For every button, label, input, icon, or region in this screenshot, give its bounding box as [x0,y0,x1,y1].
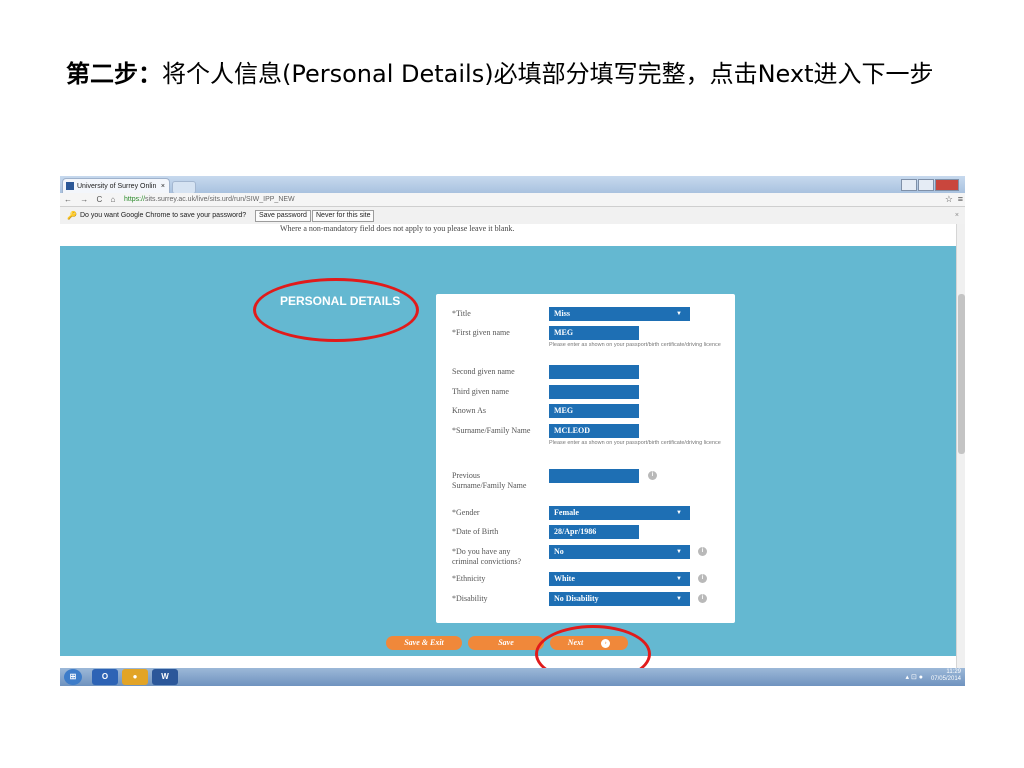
chevron-down-icon: ▼ [676,311,682,317]
first-name-input[interactable]: MEG [549,326,639,340]
ethnicity-label: *Ethnicity [452,574,486,583]
dob-input[interactable]: 28/Apr/1986 [549,525,639,539]
third-name-input[interactable] [549,385,639,399]
chrome-taskbar-icon[interactable]: ● [122,669,148,685]
never-for-this-site-button[interactable]: Never for this site [312,210,375,222]
tab-bar: University of Surrey Onlin × [60,176,965,194]
info-icon[interactable]: i [648,471,657,480]
browser-screenshot: University of Surrey Onlin × ← → C ⌂ htt… [60,176,965,686]
first-name-label: *First given name [452,328,510,337]
save-exit-button[interactable]: Save & Exit [386,636,462,650]
close-window-button[interactable] [935,179,959,191]
gender-select[interactable]: Female ▼ [549,506,690,520]
disability-select[interactable]: No Disability ▼ [549,592,690,606]
personal-details-section: PERSONAL DETAILS *Title Miss ▼ *First giv… [60,246,956,656]
key-icon: 🔑 [67,211,77,220]
personal-details-form: *Title Miss ▼ *First given name MEG Pleas… [436,294,735,623]
known-as-input[interactable]: MEG [549,404,639,418]
disability-label: *Disability [452,594,488,603]
vertical-scrollbar[interactable] [956,224,965,668]
form-actions: Save & Exit Save Next › [60,625,956,668]
previous-surname-input[interactable] [549,469,639,483]
maximize-button[interactable] [918,179,934,191]
chevron-down-icon: ▼ [676,596,682,602]
outlook-taskbar-icon[interactable]: O [92,669,118,685]
start-button[interactable]: ⊞ [64,669,82,685]
title-select[interactable]: Miss ▼ [549,307,690,321]
highlight-ring-heading [253,278,419,342]
surname-input[interactable]: MCLEOD [549,424,639,438]
gender-label: *Gender [452,508,480,517]
known-as-label: Known As [452,406,487,415]
info-icon[interactable]: i [698,547,707,556]
second-name-input[interactable] [549,365,639,379]
url-path: sits.surrey.ac.uk/live/sits.urd/run/SIW_… [145,196,295,203]
chevron-down-icon: ▼ [676,549,682,555]
chrome-menu-icon[interactable]: ≡ [958,193,963,206]
favicon-icon [66,182,74,190]
url-scheme: https:// [124,196,146,203]
chevron-down-icon: ▼ [676,576,682,582]
close-bar-icon[interactable]: × [955,207,959,224]
clock[interactable]: 11:29 07/05/2014 [931,669,961,683]
save-password-message: Do you want Google Chrome to save your p… [80,212,247,219]
system-tray-icons[interactable]: ▴ ⊡ ● [906,673,924,681]
scrollbar-thumb[interactable] [958,294,965,454]
blank-field-note: Where a non-mandatory field does not app… [280,224,515,233]
title-label: *Title [452,309,471,318]
convictions-select[interactable]: No ▼ [549,545,690,559]
chevron-down-icon: ▼ [676,510,682,516]
surname-label: *Surname/Family Name [452,426,531,435]
ethnicity-select[interactable]: White ▼ [549,572,690,586]
bookmark-star-icon[interactable]: ☆ [945,193,953,206]
surname-hint: Please enter as shown on your passport/b… [549,440,721,446]
url-field[interactable]: https://sits.surrey.ac.uk/live/sits.urd/… [124,193,295,206]
minimize-button[interactable] [901,179,917,191]
slide-instruction: 第二步：将个人信息(Personal Details)必填部分填写完整，点击Ne… [66,58,966,91]
save-password-bar: 🔑 Do you want Google Chrome to save your… [60,207,965,225]
clock-date: 07/05/2014 [930,676,961,682]
second-name-label: Second given name [452,367,515,376]
save-button[interactable]: Save [468,636,544,650]
step-label: 第二步： [66,60,162,88]
clock-time: 11:29 [946,669,961,675]
third-name-label: Third given name [452,387,509,396]
page-content: Where a non-mandatory field does not app… [60,224,956,668]
info-icon[interactable]: i [698,574,707,583]
nav-buttons[interactable]: ← → C ⌂ [64,193,118,206]
convictions-label: *Do you have any criminal convictions? [452,547,522,566]
dob-label: *Date of Birth [452,527,499,536]
previous-surname-label: Previous Surname/Family Name [452,471,527,490]
info-icon[interactable]: i [698,594,707,603]
browser-tab[interactable]: University of Surrey Onlin × [62,178,170,193]
tab-close-icon[interactable]: × [161,179,165,193]
address-bar: ← → C ⌂ https://sits.surrey.ac.uk/live/s… [60,193,965,207]
save-password-button[interactable]: Save password [255,210,311,222]
instruction-text: 将个人信息(Personal Details)必填部分填写完整，点击Next进入… [162,60,934,88]
windows-taskbar: ⊞ O ● W ▴ ⊡ ● 11:29 07/05/2014 [60,668,965,686]
first-name-hint: Please enter as shown on your passport/b… [549,342,721,348]
card-notch [500,628,520,636]
word-taskbar-icon[interactable]: W [152,669,178,685]
tab-title: University of Surrey Onlin [77,183,157,190]
